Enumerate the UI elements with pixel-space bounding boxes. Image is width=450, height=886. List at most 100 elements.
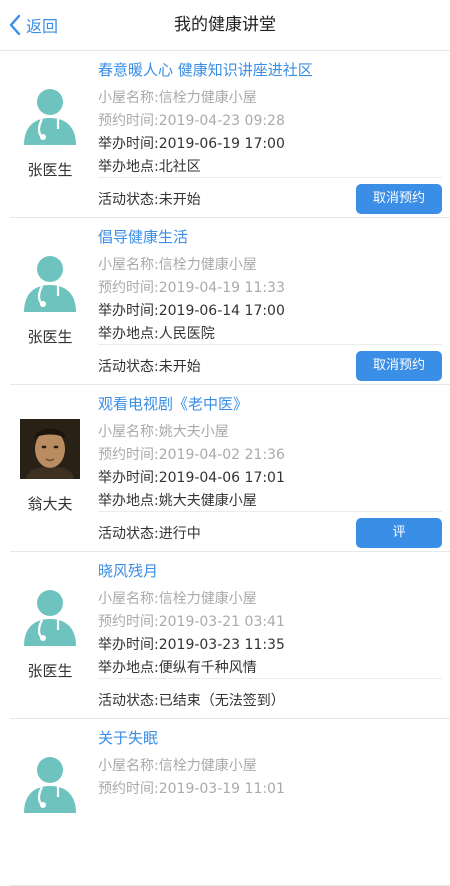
doctor-name: 张医生 xyxy=(27,328,73,346)
lecture-title[interactable]: 晓风残月 xyxy=(98,560,158,581)
avatar-column: 翁大夫 xyxy=(10,385,90,551)
cabin-label: 小屋名称: xyxy=(98,90,159,106)
status-row: 活动状态:未开始 取消预约 xyxy=(98,177,442,218)
booking-label: 预约时间: xyxy=(98,447,159,463)
place-value: 便纵有千种风情 xyxy=(158,660,257,676)
status-text: 活动状态:未开始 xyxy=(98,356,201,376)
booking-label: 预约时间: xyxy=(98,614,159,630)
hold-row: 举办时间:2019-06-19 17:00 xyxy=(98,133,285,153)
booking-value: 2019-04-19 11:33 xyxy=(158,280,285,296)
status-text: 活动状态:未开始 xyxy=(98,189,201,209)
status-row: 活动状态:未开始 取消预约 xyxy=(98,344,442,385)
doctor-photo xyxy=(20,419,80,479)
hold-label: 举办时间: xyxy=(98,303,159,319)
place-row: 举办地点:北社区 xyxy=(98,156,201,176)
place-value: 人民医院 xyxy=(158,326,215,342)
lecture-title[interactable]: 春意暖人心 健康知识讲座进社区 xyxy=(98,59,313,80)
status-label: 活动状态: xyxy=(98,693,159,709)
cabin-value: 信栓力健康小屋 xyxy=(158,591,257,607)
hold-row: 举办时间:2019-03-23 11:35 xyxy=(98,634,285,654)
booking-row: 预约时间:2019-03-19 11:01 xyxy=(98,778,285,798)
booking-row: 预约时间:2019-04-02 21:36 xyxy=(98,444,285,464)
booking-value: 2019-03-21 03:41 xyxy=(158,614,285,630)
cabin-row: 小屋名称:信栓力健康小屋 xyxy=(98,588,257,608)
booking-row: 预约时间:2019-03-21 03:41 xyxy=(98,611,285,631)
status-value: 未开始 xyxy=(158,192,201,208)
place-row: 举办地点:人民医院 xyxy=(98,323,215,343)
booking-row: 预约时间:2019-04-19 11:33 xyxy=(98,277,285,297)
page-title: 我的健康讲堂 xyxy=(174,15,276,35)
status-label: 活动状态: xyxy=(98,526,159,542)
cabin-label: 小屋名称: xyxy=(98,424,159,440)
doctor-icon xyxy=(24,757,76,813)
avatar-column: 张医生 xyxy=(10,51,90,217)
lecture-title[interactable]: 倡导健康生活 xyxy=(98,226,188,247)
status-row: 活动状态:已结束（无法签到） xyxy=(98,678,442,719)
rate-button[interactable]: 评价 xyxy=(356,518,442,570)
hold-row: 举办时间:2019-06-14 17:00 xyxy=(98,300,285,320)
booking-label: 预约时间: xyxy=(98,113,159,129)
doctor-icon xyxy=(24,256,76,312)
booking-label: 预约时间: xyxy=(98,781,159,797)
avatar-column: 张医生 xyxy=(10,552,90,718)
hold-label: 举办时间: xyxy=(98,637,159,653)
cabin-row: 小屋名称:信栓力健康小屋 xyxy=(98,87,257,107)
cabin-value: 姚大夫小屋 xyxy=(158,424,229,440)
place-value: 姚大夫健康小屋 xyxy=(158,493,257,509)
status-value: 进行中 xyxy=(158,526,201,542)
cabin-label: 小屋名称: xyxy=(98,758,159,774)
lecture-card[interactable]: 张医生 倡导健康生活 小屋名称:信栓力健康小屋 预约时间:2019-04-19 … xyxy=(10,218,450,385)
doctor-name: 张医生 xyxy=(27,662,73,680)
chevron-left-icon xyxy=(9,14,21,36)
cancel-booking-button[interactable]: 取消预约 xyxy=(356,351,442,381)
place-row: 举办地点:便纵有千种风情 xyxy=(98,657,257,677)
booking-label: 预约时间: xyxy=(98,280,159,296)
status-label: 活动状态: xyxy=(98,359,159,375)
back-button[interactable]: 返回 xyxy=(8,0,58,50)
doctor-name: 翁大夫 xyxy=(27,495,73,513)
top-bar: 返回 我的健康讲堂 xyxy=(0,0,450,51)
status-row: 活动状态:进行中 评价 xyxy=(98,511,442,570)
lecture-title[interactable]: 关于失眠 xyxy=(98,727,158,748)
status-text: 活动状态:进行中 xyxy=(98,523,201,543)
place-value: 北社区 xyxy=(158,159,201,175)
place-row: 举办地点:姚大夫健康小屋 xyxy=(98,490,257,510)
place-label: 举办地点: xyxy=(98,493,159,509)
hold-value: 2019-06-14 17:00 xyxy=(158,303,285,319)
status-label: 活动状态: xyxy=(98,192,159,208)
cabin-row: 小屋名称:信栓力健康小屋 xyxy=(98,254,257,274)
place-label: 举办地点: xyxy=(98,660,159,676)
cabin-value: 信栓力健康小屋 xyxy=(158,90,257,106)
lecture-title[interactable]: 观看电视剧《老中医》 xyxy=(98,393,248,414)
back-label: 返回 xyxy=(26,17,59,36)
booking-value: 2019-04-02 21:36 xyxy=(158,447,285,463)
doctor-name: 张医生 xyxy=(27,161,73,179)
booking-value: 2019-04-23 09:28 xyxy=(158,113,285,129)
place-label: 举办地点: xyxy=(98,326,159,342)
lecture-card[interactable]: 张医生 晓风残月 小屋名称:信栓力健康小屋 预约时间:2019-03-21 03… xyxy=(10,552,450,719)
avatar-column xyxy=(10,719,90,885)
booking-row: 预约时间:2019-04-23 09:28 xyxy=(98,110,285,130)
avatar-column: 张医生 xyxy=(10,218,90,384)
doctor-icon xyxy=(24,590,76,646)
portrait-image xyxy=(20,419,80,479)
doctor-icon xyxy=(24,89,76,145)
hold-value: 2019-03-23 11:35 xyxy=(158,637,285,653)
hold-value: 2019-06-19 17:00 xyxy=(158,136,285,152)
status-value: 已结束（无法签到） xyxy=(158,693,285,709)
status-text: 活动状态:已结束（无法签到） xyxy=(98,690,285,710)
place-label: 举办地点: xyxy=(98,159,159,175)
cabin-row: 小屋名称:姚大夫小屋 xyxy=(98,421,229,441)
cancel-booking-button[interactable]: 取消预约 xyxy=(356,184,442,214)
status-value: 未开始 xyxy=(158,359,201,375)
hold-value: 2019-04-06 17:01 xyxy=(158,470,285,486)
lecture-card[interactable]: 翁大夫 观看电视剧《老中医》 小屋名称:姚大夫小屋 预约时间:2019-04-0… xyxy=(10,385,450,570)
booking-value: 2019-03-19 11:01 xyxy=(158,781,285,797)
lecture-card[interactable]: 关于失眠 小屋名称:信栓力健康小屋 预约时间:2019-03-19 11:01 xyxy=(10,719,450,886)
cabin-value: 信栓力健康小屋 xyxy=(158,257,257,273)
hold-row: 举办时间:2019-04-06 17:01 xyxy=(98,467,285,487)
lecture-card[interactable]: 张医生 春意暖人心 健康知识讲座进社区 小屋名称:信栓力健康小屋 预约时间:20… xyxy=(10,51,450,218)
cabin-value: 信栓力健康小屋 xyxy=(158,758,257,774)
cabin-label: 小屋名称: xyxy=(98,257,159,273)
hold-label: 举办时间: xyxy=(98,136,159,152)
